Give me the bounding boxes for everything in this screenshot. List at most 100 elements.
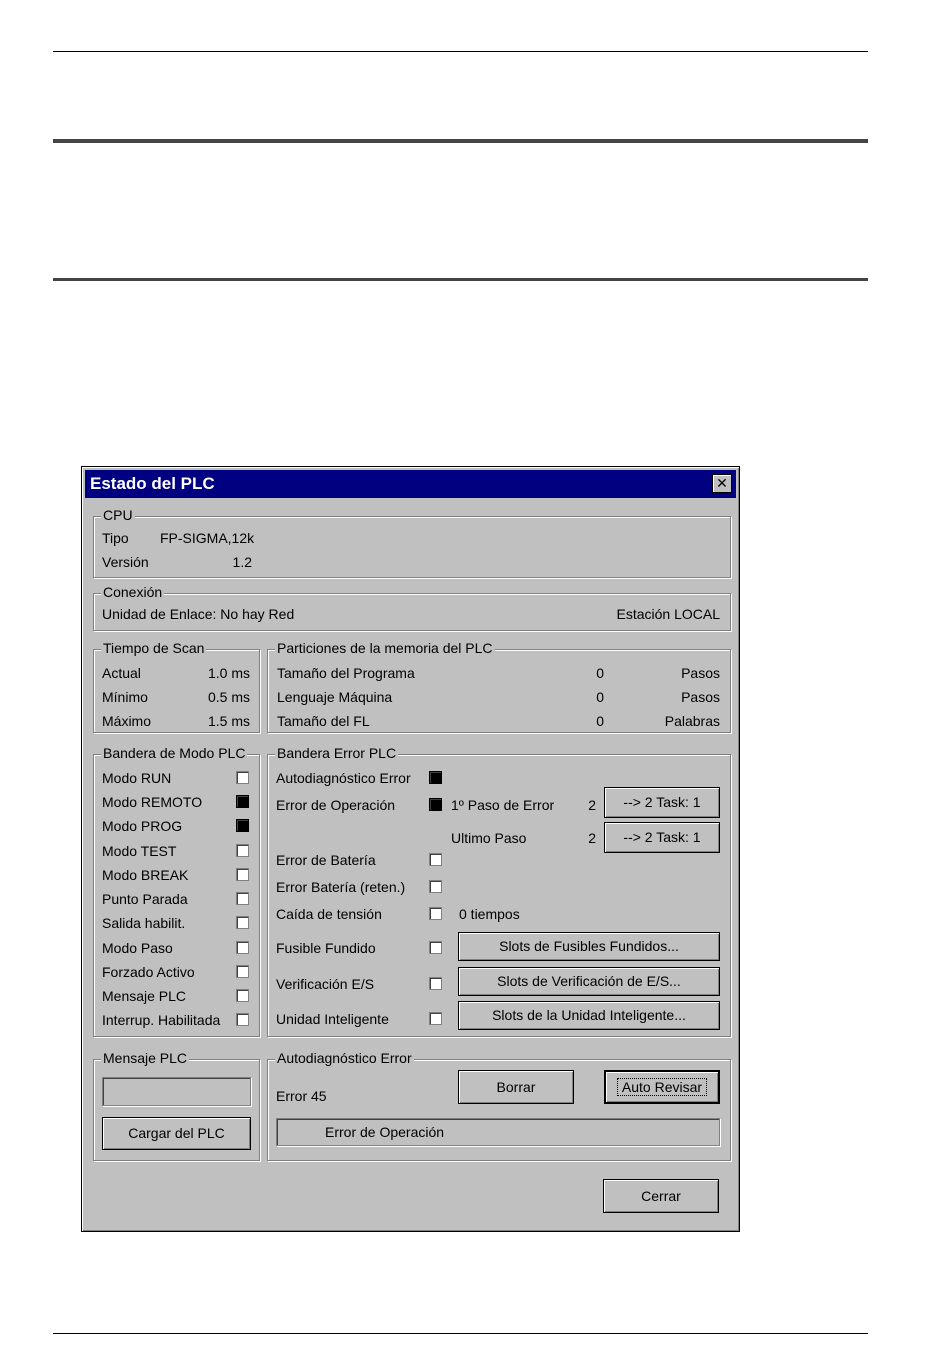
connection-legend: Conexión [101, 583, 165, 601]
error-flag-label: Verificación E/S [276, 976, 375, 992]
plc-message-legend: Mensaje PLC [101, 1049, 190, 1067]
cpu-tipo-value: FP-SIGMA,12k [160, 530, 255, 546]
memory-partition-group: Particiones de la memoria del PLC Tamaño… [267, 639, 731, 733]
first-error-step-label: 1º Paso de Error [451, 797, 555, 813]
partition-value: 0 [596, 713, 604, 729]
cpu-version-label: Versión [102, 554, 149, 570]
operation-error-checkbox [429, 798, 442, 811]
cpu-version-value: 1.2 [232, 554, 252, 570]
mode-flag-label: Modo RUN [102, 770, 172, 786]
mode-flag-label: Modo BREAK [102, 867, 189, 883]
mode-flag-label: Salida habilit. [102, 915, 186, 931]
error-flag-label: Caída de tensión [276, 906, 382, 922]
partition-unit: Pasos [681, 665, 720, 681]
selfdiag-group: Autodiagnóstico Error Error 45 Borrar Au… [267, 1049, 731, 1161]
partition-unit: Pasos [681, 689, 720, 705]
mode-flag-label: Modo TEST [102, 843, 177, 859]
partition-value: 0 [596, 689, 604, 705]
battery-error-checkbox [429, 853, 442, 866]
error-code-text: Error 45 [276, 1088, 327, 1104]
partition-label: Tamaño del FL [277, 713, 370, 729]
error-flag-label: Autodiagnóstico Error [276, 770, 411, 786]
cpu-group: CPU Tipo FP-SIGMA,12k Versión 1.2 [93, 506, 731, 578]
mode-prog-checkbox [236, 819, 249, 832]
link-unit-text: Unidad de Enlace: No hay Red [102, 606, 295, 622]
mode-flag-label: Modo PROG [102, 818, 183, 834]
auto-check-button[interactable]: Auto Revisar [604, 1070, 720, 1104]
scan-time-legend: Tiempo de Scan [101, 639, 207, 657]
mode-run-checkbox [236, 771, 249, 784]
voltage-drop-count: 0 tiempos [459, 906, 520, 922]
mode-test-checkbox [236, 844, 249, 857]
error-flag-label: Unidad Inteligente [276, 1011, 389, 1027]
step-mode-checkbox [236, 941, 249, 954]
error-flags-legend: Bandera Error PLC [275, 744, 399, 762]
heading-rule-2 [53, 278, 868, 281]
window-title: Estado del PLC [90, 474, 215, 493]
plc-status-dialog: Estado del PLC ✕ CPU Tipo FP-SIGMA,12k V… [81, 466, 740, 1232]
selfdiag-error-checkbox [429, 771, 442, 784]
blown-fuse-checkbox [429, 941, 442, 954]
last-step-task-button[interactable]: --> 2 Task: 1 [604, 822, 720, 853]
close-icon[interactable]: ✕ [712, 474, 732, 493]
top-rule [53, 51, 868, 52]
io-verification-checkbox [429, 977, 442, 990]
mode-flag-label: Interrup. Habilitada [102, 1012, 221, 1028]
station-text: Estación LOCAL [616, 606, 721, 622]
error-flag-label: Fusible Fundido [276, 940, 376, 956]
forced-active-checkbox [236, 965, 249, 978]
cpu-legend: CPU [101, 506, 135, 524]
close-button[interactable]: Cerrar [603, 1179, 719, 1213]
breakpoint-checkbox [236, 892, 249, 905]
intelligent-unit-checkbox [429, 1012, 442, 1025]
blown-fuse-slots-button[interactable]: Slots de Fusibles Fundidos... [458, 932, 720, 961]
scan-row-value: 1.0 ms [207, 665, 250, 681]
scan-time-group: Tiempo de Scan Actual 1.0 ms Mínimo 0.5 … [93, 639, 260, 733]
first-step-task-button[interactable]: --> 2 Task: 1 [604, 787, 720, 818]
mode-flag-label: Forzado Activo [102, 964, 195, 980]
mode-flags-legend: Bandera de Modo PLC [101, 744, 248, 762]
heading-rule-1 [53, 139, 868, 143]
partition-label: Lenguaje Máquina [277, 689, 393, 705]
first-error-step-value: 2 [588, 797, 596, 813]
bottom-rule [53, 1333, 868, 1334]
partition-value: 0 [596, 665, 604, 681]
partition-label: Tamaño del Programa [277, 665, 415, 681]
mode-flag-label: Mensaje PLC [102, 988, 187, 1004]
scan-row-value: 0.5 ms [207, 689, 250, 705]
error-flags-group: Bandera Error PLC Autodiagnóstico Error … [267, 744, 731, 1037]
selfdiag-message-field: Error de Operación [276, 1118, 720, 1146]
plc-message-group: Mensaje PLC Cargar del PLC [93, 1049, 260, 1161]
output-enabled-checkbox [236, 916, 249, 929]
error-flag-label: Error de Operación [276, 797, 396, 813]
battery-retention-checkbox [429, 880, 442, 893]
auto-check-label: Auto Revisar [616, 1078, 708, 1096]
plc-message-field[interactable] [102, 1077, 251, 1106]
error-flag-label: Error Batería (reten.) [276, 879, 406, 895]
mode-flag-label: Modo Paso [102, 940, 173, 956]
last-step-value: 2 [588, 830, 596, 846]
mode-flag-label: Modo REMOTO [102, 794, 203, 810]
title-bar[interactable]: Estado del PLC ✕ [85, 470, 736, 498]
selfdiag-legend: Autodiagnóstico Error [275, 1049, 414, 1067]
plc-message-checkbox [236, 989, 249, 1002]
scan-row-label: Máximo [102, 713, 152, 729]
partition-unit: Palabras [664, 713, 720, 729]
mode-break-checkbox [236, 868, 249, 881]
scan-row-label: Actual [102, 665, 141, 681]
intelligent-unit-slots-button[interactable]: Slots de la Unidad Inteligente... [458, 1001, 720, 1030]
error-flag-label: Error de Batería [276, 852, 376, 868]
scan-row-label: Mínimo [102, 689, 148, 705]
clear-button[interactable]: Borrar [458, 1070, 574, 1104]
last-step-label: Ultimo Paso [451, 830, 527, 846]
mode-remote-checkbox [236, 795, 249, 808]
voltage-drop-checkbox [429, 907, 442, 920]
mode-flags-group: Bandera de Modo PLC Modo RUN Modo REMOTO… [93, 744, 260, 1037]
io-verification-slots-button[interactable]: Slots de Verificación de E/S... [458, 967, 720, 996]
cpu-tipo-label: Tipo [102, 530, 129, 546]
mode-flag-label: Punto Parada [102, 891, 188, 907]
interrupt-enabled-checkbox [236, 1013, 249, 1026]
load-from-plc-button[interactable]: Cargar del PLC [102, 1117, 251, 1150]
connection-group: Conexión Unidad de Enlace: No hay Red Es… [93, 583, 731, 631]
memory-partition-legend: Particiones de la memoria del PLC [275, 639, 495, 657]
